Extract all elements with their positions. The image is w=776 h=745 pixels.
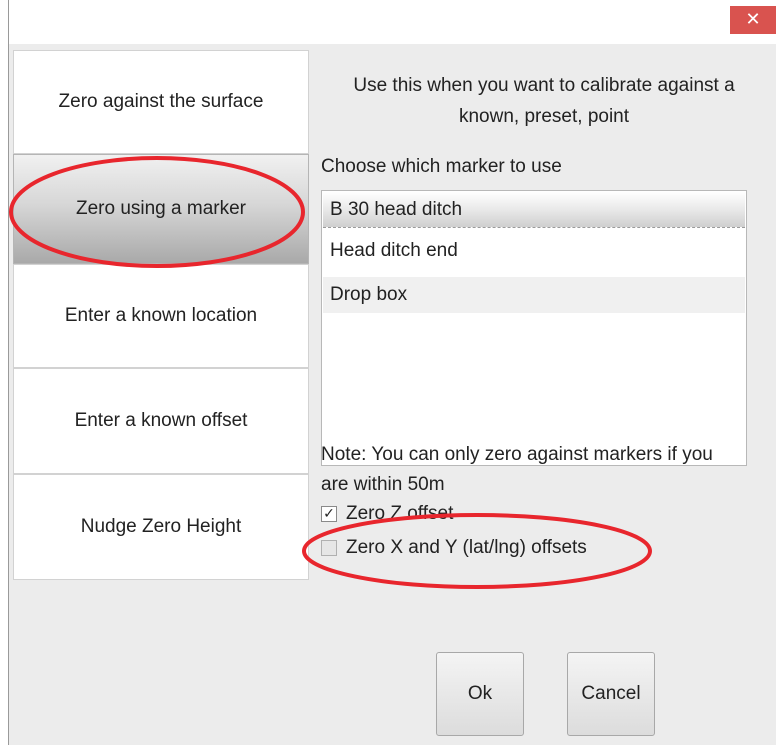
option-label: Nudge Zero Height	[80, 516, 242, 537]
cancel-button[interactable]: Cancel	[567, 652, 655, 736]
option-enter-known-location[interactable]: Enter a known location	[13, 264, 309, 368]
title-bar: ✕	[9, 0, 776, 44]
marker-panel: Use this when you want to calibrate agai…	[319, 44, 769, 744]
option-label: Enter a known offset	[74, 410, 248, 431]
option-label: Zero against the surface	[58, 91, 264, 112]
zero-z-offset-checkbox-row[interactable]: ✓ Zero Z offset	[321, 501, 453, 527]
zero-z-offset-checkbox[interactable]: ✓	[321, 506, 337, 522]
option-zero-using-marker[interactable]: Zero using a marker	[13, 154, 309, 264]
close-icon[interactable]: ✕	[730, 6, 776, 34]
description-text: Use this when you want to calibrate agai…	[319, 70, 769, 132]
note-line: are within 50m	[321, 474, 445, 495]
option-enter-known-offset[interactable]: Enter a known offset	[13, 368, 309, 474]
marker-item[interactable]: Drop box	[323, 277, 745, 313]
zero-xy-offsets-label: Zero X and Y (lat/lng) offsets	[346, 537, 587, 558]
marker-item[interactable]: B 30 head ditch	[323, 192, 745, 228]
option-nudge-zero-height[interactable]: Nudge Zero Height	[13, 474, 309, 580]
option-label: Enter a known location	[64, 305, 258, 326]
marker-listbox[interactable]: B 30 head ditch Head ditch end Drop box	[321, 190, 747, 466]
option-zero-against-surface[interactable]: Zero against the surface	[13, 50, 309, 154]
zero-xy-offsets-checkbox[interactable]	[321, 540, 337, 556]
marker-item[interactable]: Head ditch end	[323, 233, 745, 269]
calibration-dialog: ✕ Zero against the surface Zero using a …	[8, 0, 776, 745]
option-label: Zero using a marker	[75, 198, 246, 219]
zero-method-list: Zero against the surface Zero using a ma…	[13, 50, 309, 580]
note-line: Note: You can only zero against markers …	[321, 444, 713, 465]
zero-xy-offsets-checkbox-row[interactable]: Zero X and Y (lat/lng) offsets	[321, 535, 587, 561]
note-text: Note: You can only zero against markers …	[321, 440, 761, 500]
description-line: known, preset, point	[458, 106, 630, 127]
marker-list-label: Choose which marker to use	[321, 156, 562, 177]
ok-button[interactable]: Ok	[436, 652, 524, 736]
description-line: Use this when you want to calibrate agai…	[353, 75, 735, 96]
zero-z-offset-label: Zero Z offset	[346, 503, 454, 524]
